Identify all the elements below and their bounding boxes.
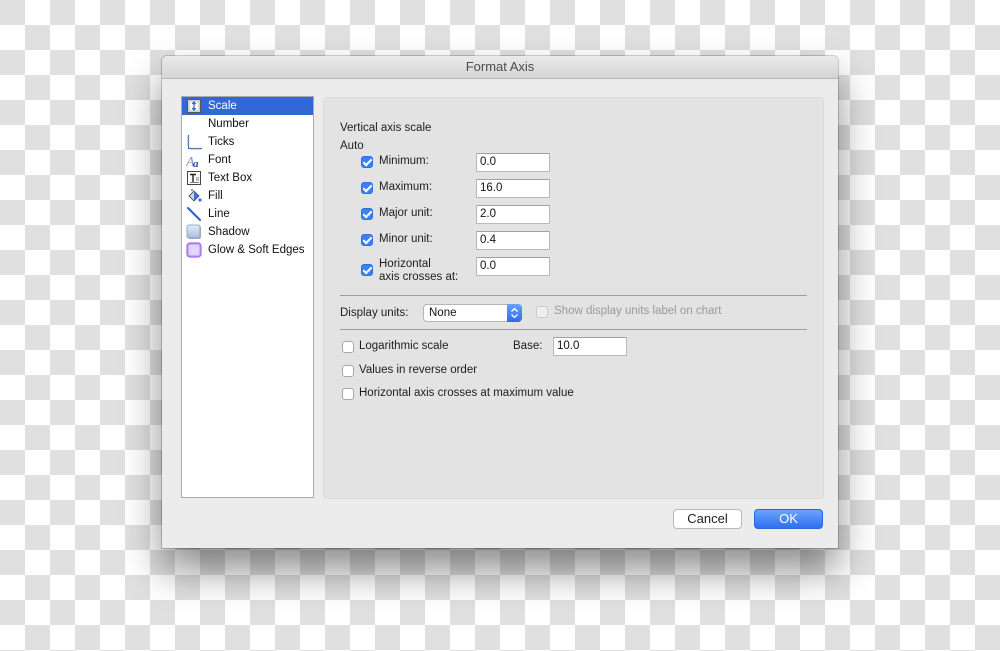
sidebar-item-label: Font	[208, 154, 232, 166]
logarithmic-scale-label: Logarithmic scale	[359, 340, 449, 352]
section-title: Vertical axis scale	[340, 122, 432, 134]
dialog-title: Format Axis	[162, 56, 838, 79]
maximum-label: Maximum:	[379, 181, 433, 193]
maximum-auto-checkbox[interactable]	[361, 182, 373, 194]
logarithmic-scale-checkbox[interactable]	[342, 341, 354, 353]
minimum-auto-checkbox[interactable]	[361, 156, 373, 168]
crosses-at-max-label: Horizontal axis crosses at maximum value	[359, 387, 574, 399]
sidebar-item-line[interactable]: Line	[182, 205, 313, 223]
show-display-units-checkbox[interactable]	[536, 306, 548, 318]
chevron-up-down-icon	[507, 304, 522, 322]
auto-label: Auto	[340, 140, 364, 152]
display-units-label: Display units:	[340, 307, 409, 319]
sidebar-item-number[interactable]: Number	[182, 115, 313, 133]
sidebar-item-font[interactable]: A a Font	[182, 151, 313, 170]
font-icon: A a	[185, 152, 202, 170]
text-box-icon	[186, 170, 202, 186]
crosses-at-max-checkbox[interactable]	[342, 388, 354, 400]
sidebar-item-label: Line	[208, 208, 230, 220]
sidebar-item-label: Text Box	[208, 172, 253, 184]
minor-unit-label: Minor unit:	[379, 233, 433, 245]
minor-unit-input[interactable]: 0.4	[476, 231, 550, 250]
show-display-units-label: Show display units label on chart	[554, 305, 722, 317]
sidebar-item-glow-soft-edges[interactable]: Glow & Soft Edges	[182, 241, 313, 259]
base-label: Base:	[513, 340, 543, 352]
axis-crosses-label: Horizontal axis crosses at:	[379, 258, 458, 284]
ok-button[interactable]: OK	[754, 509, 823, 529]
divider	[340, 295, 807, 296]
format-axis-dialog: Format Axis Scale Number Ticks A a Font …	[162, 56, 838, 548]
axis-crosses-label-line1: Horizontal	[379, 258, 431, 270]
minimum-input[interactable]: 0.0	[476, 153, 550, 172]
reverse-order-label: Values in reverse order	[359, 364, 478, 376]
minor-unit-auto-checkbox[interactable]	[361, 234, 373, 246]
ticks-icon	[186, 134, 202, 150]
scale-panel: Vertical axis scale Auto Minimum: 0.0 Ma…	[323, 97, 824, 499]
shadow-icon	[186, 224, 202, 240]
line-icon	[186, 206, 202, 222]
sidebar-item-label: Fill	[208, 190, 223, 202]
major-unit-auto-checkbox[interactable]	[361, 208, 373, 220]
sidebar-item-label: Number	[208, 118, 249, 130]
major-unit-input[interactable]: 2.0	[476, 205, 550, 224]
sidebar-item-label: Shadow	[208, 226, 250, 238]
divider	[340, 329, 807, 330]
major-unit-label: Major unit:	[379, 207, 433, 219]
sidebar-item-label: Glow & Soft Edges	[208, 244, 305, 256]
minimum-label: Minimum:	[379, 155, 429, 167]
base-input[interactable]: 10.0	[553, 337, 627, 356]
sidebar-item-shadow[interactable]: Shadow	[182, 223, 313, 241]
display-units-select[interactable]: None	[423, 304, 522, 322]
sidebar-item-text-box[interactable]: Text Box	[182, 169, 313, 187]
maximum-input[interactable]: 16.0	[476, 179, 550, 198]
reverse-order-checkbox[interactable]	[342, 365, 354, 377]
scale-icon	[186, 98, 202, 114]
sidebar-item-fill[interactable]: Fill	[182, 187, 313, 205]
axis-crosses-input[interactable]: 0.0	[476, 257, 550, 276]
axis-crosses-auto-checkbox[interactable]	[361, 264, 373, 276]
sidebar-item-label: Ticks	[208, 136, 235, 148]
svg-text:a: a	[193, 158, 199, 168]
sidebar-item-label: Scale	[208, 100, 237, 112]
cancel-button[interactable]: Cancel	[673, 509, 742, 529]
display-units-value: None	[429, 307, 457, 319]
category-list: Scale Number Ticks A a Font Text Box Fil…	[181, 96, 314, 498]
glow-icon	[186, 242, 202, 258]
fill-bucket-icon	[186, 188, 202, 204]
sidebar-item-scale[interactable]: Scale	[182, 97, 313, 115]
axis-crosses-label-line2: axis crosses at:	[379, 271, 459, 283]
sidebar-item-ticks[interactable]: Ticks	[182, 133, 313, 151]
